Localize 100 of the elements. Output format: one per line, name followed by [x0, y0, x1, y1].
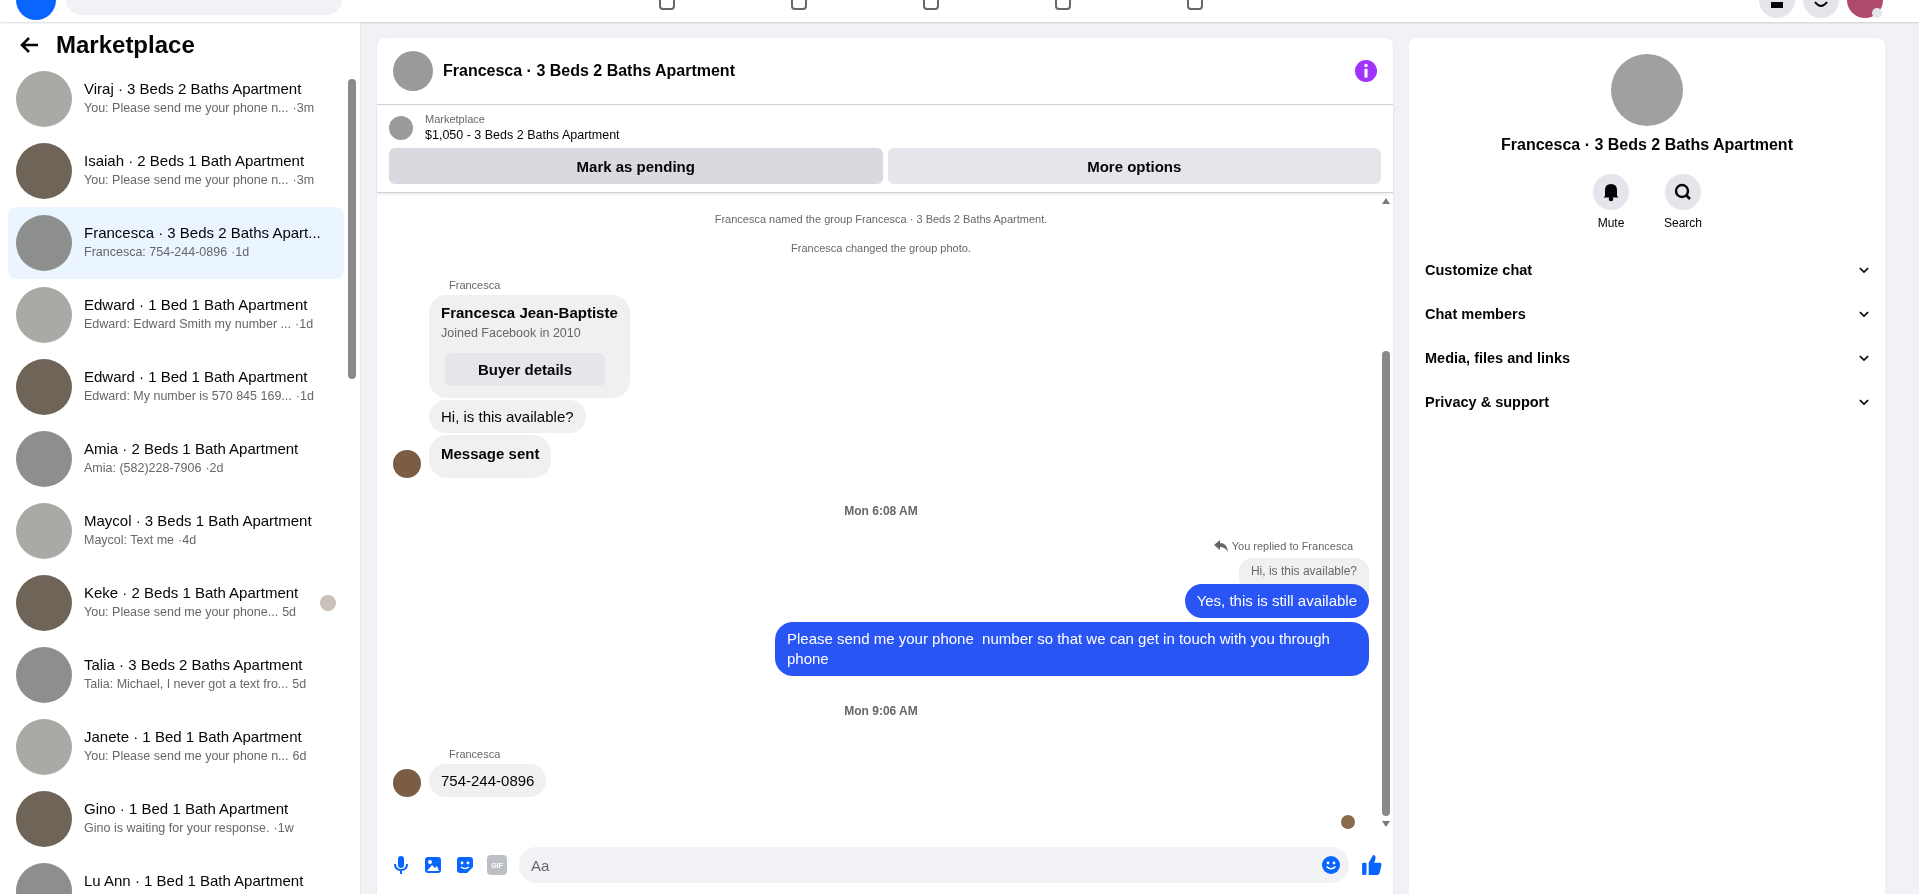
reply-arrow-icon — [1213, 540, 1228, 552]
section-label: Customize chat — [1425, 262, 1533, 278]
scroll-down-icon[interactable] — [1381, 820, 1391, 828]
conversation-item[interactable]: Lu Ann · 1 Bed 1 Bath Apartment — [8, 855, 344, 894]
message-preview: You: Please send me your phone n... — [84, 101, 289, 115]
photo-placeholder — [16, 503, 72, 559]
photo-placeholder — [16, 143, 72, 199]
photo-placeholder — [16, 287, 72, 343]
conversation-name: Gino · 1 Bed 1 Bath Apartment — [84, 800, 290, 817]
message-time: ·3m — [292, 101, 315, 115]
listing-title[interactable]: $1,050 - 3 Beds 2 Baths Apartment — [425, 128, 620, 142]
scrollbar-thumb[interactable] — [348, 79, 356, 379]
photo-placeholder — [393, 51, 433, 91]
listing-button[interactable]: More options — [887, 148, 1381, 184]
message-time: ·1w — [273, 821, 294, 835]
photo-placeholder — [389, 115, 413, 140]
logo-icon[interactable] — [16, 0, 56, 20]
sticker-icon[interactable] — [455, 855, 475, 875]
scroll-up-icon[interactable] — [1381, 197, 1391, 205]
message-preview: Gino is waiting for your response. — [84, 821, 270, 835]
action-label: Mute — [1597, 216, 1625, 230]
section-header[interactable]: Privacy & support — [1409, 380, 1885, 424]
nav-icon[interactable] — [1185, 0, 1205, 10]
nav-icon[interactable] — [1053, 0, 1073, 10]
menu-icon[interactable] — [1759, 0, 1795, 18]
timestamp: Mon 6:08 AM — [843, 504, 919, 518]
conversation-item[interactable]: Viraj · 3 Beds 2 Baths Apartment You: Please send me your phone n... ·3m — [8, 63, 344, 135]
image-icon[interactable] — [423, 855, 443, 875]
message-time: ·2d — [205, 461, 224, 475]
section-header[interactable]: Media, files and links — [1409, 336, 1885, 380]
message-time: ·1d — [295, 317, 314, 331]
conversation-name: Amia · 2 Beds 1 Bath Apartment — [84, 440, 300, 457]
message-time: ·1d — [295, 389, 314, 403]
conversation-item[interactable]: Edward · 1 Bed 1 Bath Apartment Edward: Edward Smith my number ... ·1d — [8, 279, 344, 351]
message-time: 6d — [292, 749, 307, 763]
chat-title: Francesca · 3 Beds 2 Baths Apartment — [443, 62, 736, 80]
chevron-icon[interactable] — [1859, 266, 1869, 274]
section-header[interactable]: Customize chat — [1409, 248, 1885, 292]
search-icon[interactable] — [1665, 174, 1701, 210]
message-time: 5d — [282, 605, 297, 619]
message-preview: You: Please send me your phone n... — [84, 173, 289, 187]
conversation-name: Talia · 3 Beds 2 Baths Apartment — [84, 656, 304, 673]
message-bubble: 754-244-0896 — [429, 764, 547, 797]
message-bubble: Please send me your phone number so that we can get in touch with you through phone — [775, 622, 1369, 676]
system-message: Francesca changed the group photo. — [790, 242, 972, 254]
conversation-name: Janete · 1 Bed 1 Bath Apartment — [84, 728, 303, 745]
back-arrow-icon[interactable] — [20, 35, 40, 55]
sender-name: Francesca — [449, 748, 502, 760]
message-preview: Francesca: 754-244-0896 — [84, 245, 228, 259]
scrollbar-thumb[interactable] — [1382, 351, 1390, 816]
conversation-item[interactable]: Francesca · 3 Beds 2 Baths Apart... Francesca: 754-244-0896 ·1d — [8, 207, 344, 279]
message-preview: Maycol: Text me — [84, 533, 175, 547]
bell-icon[interactable] — [1593, 174, 1629, 210]
section-header[interactable]: Chat members — [1409, 292, 1885, 336]
message-bubble: Hi, is this available? — [429, 400, 586, 433]
conversation-item[interactable]: Isaiah · 2 Beds 1 Bath Apartment You: Please send me your phone n... ·3m — [8, 135, 344, 207]
conversation-item[interactable]: Gino · 1 Bed 1 Bath Apartment Gino is waiting for your response. ·1w — [8, 783, 344, 855]
conversation-item[interactable]: Talia · 3 Beds 2 Baths Apartment Talia: Michael, I never got a text fro... 5d — [8, 639, 344, 711]
seen-avatar-icon — [1341, 815, 1355, 829]
message-time: ·3m — [292, 173, 315, 187]
conversation-name: Francesca · 3 Beds 2 Baths Apart... — [84, 224, 322, 241]
emoji-icon[interactable] — [1321, 855, 1341, 875]
chevron-icon[interactable] — [1859, 354, 1869, 362]
system-message: Francesca named the group Francesca · 3 Beds 2 Baths Apartment. — [713, 213, 1049, 225]
conversation-name: Viraj · 3 Beds 2 Baths Apartment — [84, 80, 303, 97]
photo-placeholder — [16, 215, 72, 271]
buyer-subtitle: Joined Facebook in 2010 — [441, 326, 582, 340]
conversation-name: Maycol · 3 Beds 1 Bath Apartment — [84, 512, 313, 529]
thumbs-up-icon[interactable] — [1361, 854, 1383, 876]
profile-avatar-icon[interactable] — [1847, 0, 1883, 18]
timestamp: Mon 9:06 AM — [843, 704, 919, 718]
message-input[interactable]: Aa — [519, 847, 1349, 883]
nav-icon[interactable] — [921, 0, 941, 10]
buyer-details-button[interactable]: Buyer details — [445, 353, 605, 386]
conversation-name: Edward · 1 Bed 1 Bath Apartment — [84, 368, 309, 385]
photo-placeholder — [16, 719, 72, 775]
message-bubble: Message sent — [429, 435, 552, 478]
conversation-item[interactable]: Keke · 2 Beds 1 Bath Apartment You: Please send me your phone... 5d — [8, 567, 344, 639]
section-label: Media, files and links — [1425, 350, 1571, 366]
nav-icon[interactable] — [789, 0, 809, 10]
conversation-item[interactable]: Edward · 1 Bed 1 Bath Apartment Edward: My number is 570 845 169... ·1d — [8, 351, 344, 423]
conversation-item[interactable]: Janete · 1 Bed 1 Bath Apartment You: Please send me your phone n... 6d — [8, 711, 344, 783]
message-preview: You: Please send me your phone... — [84, 605, 279, 619]
chevron-icon[interactable] — [1859, 310, 1869, 318]
info-icon[interactable] — [1355, 60, 1377, 82]
message-preview: Edward: My number is 570 845 169... — [84, 389, 292, 403]
microphone-icon[interactable] — [391, 855, 411, 875]
conversation-item[interactable]: Maycol · 3 Beds 1 Bath Apartment Maycol: Text me ·4d — [8, 495, 344, 567]
message-preview: Edward: Edward Smith my number ... — [84, 317, 292, 331]
message-preview: Amia: (582)228-7906 — [84, 461, 202, 475]
notification-icon[interactable] — [1803, 0, 1839, 18]
conversation-name: Isaiah · 2 Beds 1 Bath Apartment — [84, 152, 306, 169]
section-label: Chat members — [1425, 306, 1526, 322]
message-preview: Talia: Michael, I never got a text fro... — [84, 677, 289, 691]
message-time: ·4d — [178, 533, 197, 547]
listing-button[interactable]: Mark as pending — [389, 148, 883, 184]
chevron-icon[interactable] — [1859, 398, 1869, 406]
conversation-item[interactable]: Amia · 2 Beds 1 Bath Apartment Amia: (582)228-7906 ·2d — [8, 423, 344, 495]
message-time: 5d — [292, 677, 307, 691]
nav-icon[interactable] — [657, 0, 677, 10]
